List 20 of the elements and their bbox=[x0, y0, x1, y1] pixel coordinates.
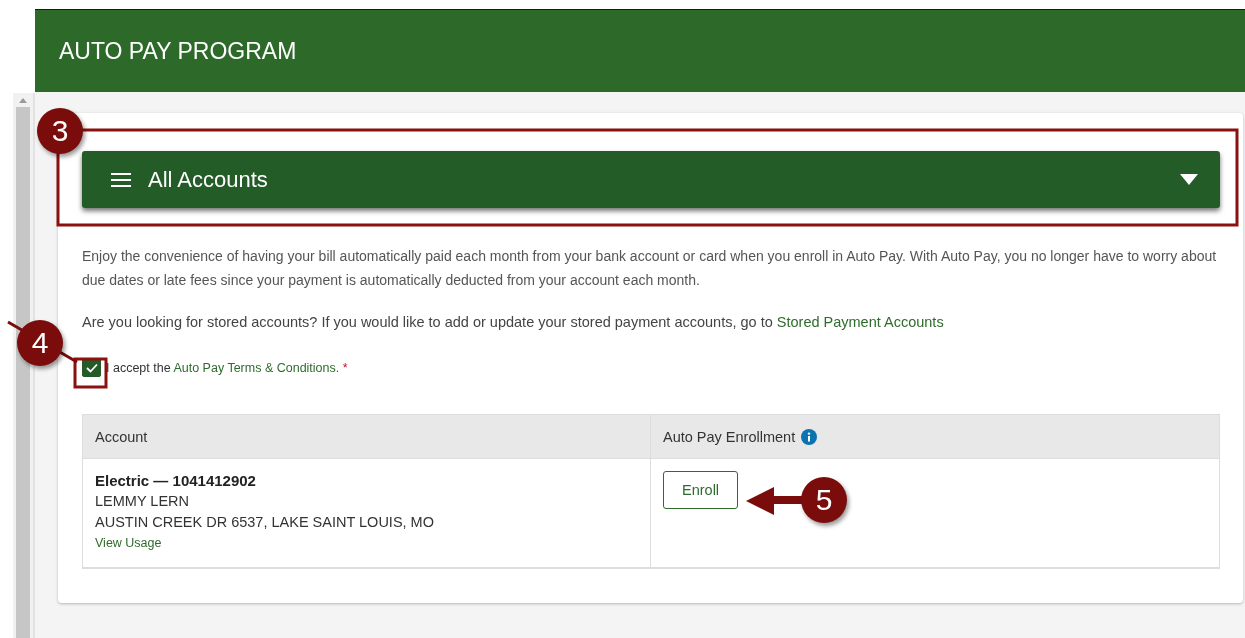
account-address: AUSTIN CREEK DR 6537, LAKE SAINT LOUIS, MO bbox=[95, 513, 434, 532]
view-usage-link[interactable]: View Usage bbox=[95, 533, 162, 554]
check-icon bbox=[85, 362, 98, 373]
column-header-text: Account bbox=[95, 428, 148, 445]
intro-text: Enjoy the convenience of having your bill automatically paid each month from your bank account or card when you enroll in Auto Pay. With Auto Pay, you no longer have to worry about due dates or late fees since your payment is automatically deducted from your account each month. bbox=[82, 247, 1218, 290]
menu-icon bbox=[111, 172, 131, 187]
stored-accounts-text: Are you looking for stored accounts? If you would like to add or update your stored payment accounts, go to Stored Payment Accounts bbox=[82, 314, 945, 330]
account-title: Electric — 1041412902 bbox=[95, 471, 256, 491]
caret-icon bbox=[1180, 174, 1198, 185]
account-holder: LEMMY LERN bbox=[95, 492, 189, 511]
page-title: AUTO PAY PROGRAM bbox=[59, 37, 297, 65]
info-icon[interactable] bbox=[801, 428, 818, 445]
highlight-frame bbox=[73, 357, 108, 389]
enroll-button[interactable]: Enroll bbox=[663, 471, 739, 509]
terms-label: I accept the Auto Pay Terms & Conditions. * bbox=[106, 360, 348, 375]
column-header-text: Auto Pay Enrollment bbox=[663, 428, 796, 445]
stored-accounts-link[interactable]: Stored Payment Accounts bbox=[776, 314, 944, 330]
terms-link[interactable]: Auto Pay Terms & Conditions. bbox=[173, 360, 340, 375]
scrollbar-thumb[interactable] bbox=[16, 107, 30, 638]
account-dropdown[interactable]: All Accounts bbox=[82, 151, 1220, 208]
